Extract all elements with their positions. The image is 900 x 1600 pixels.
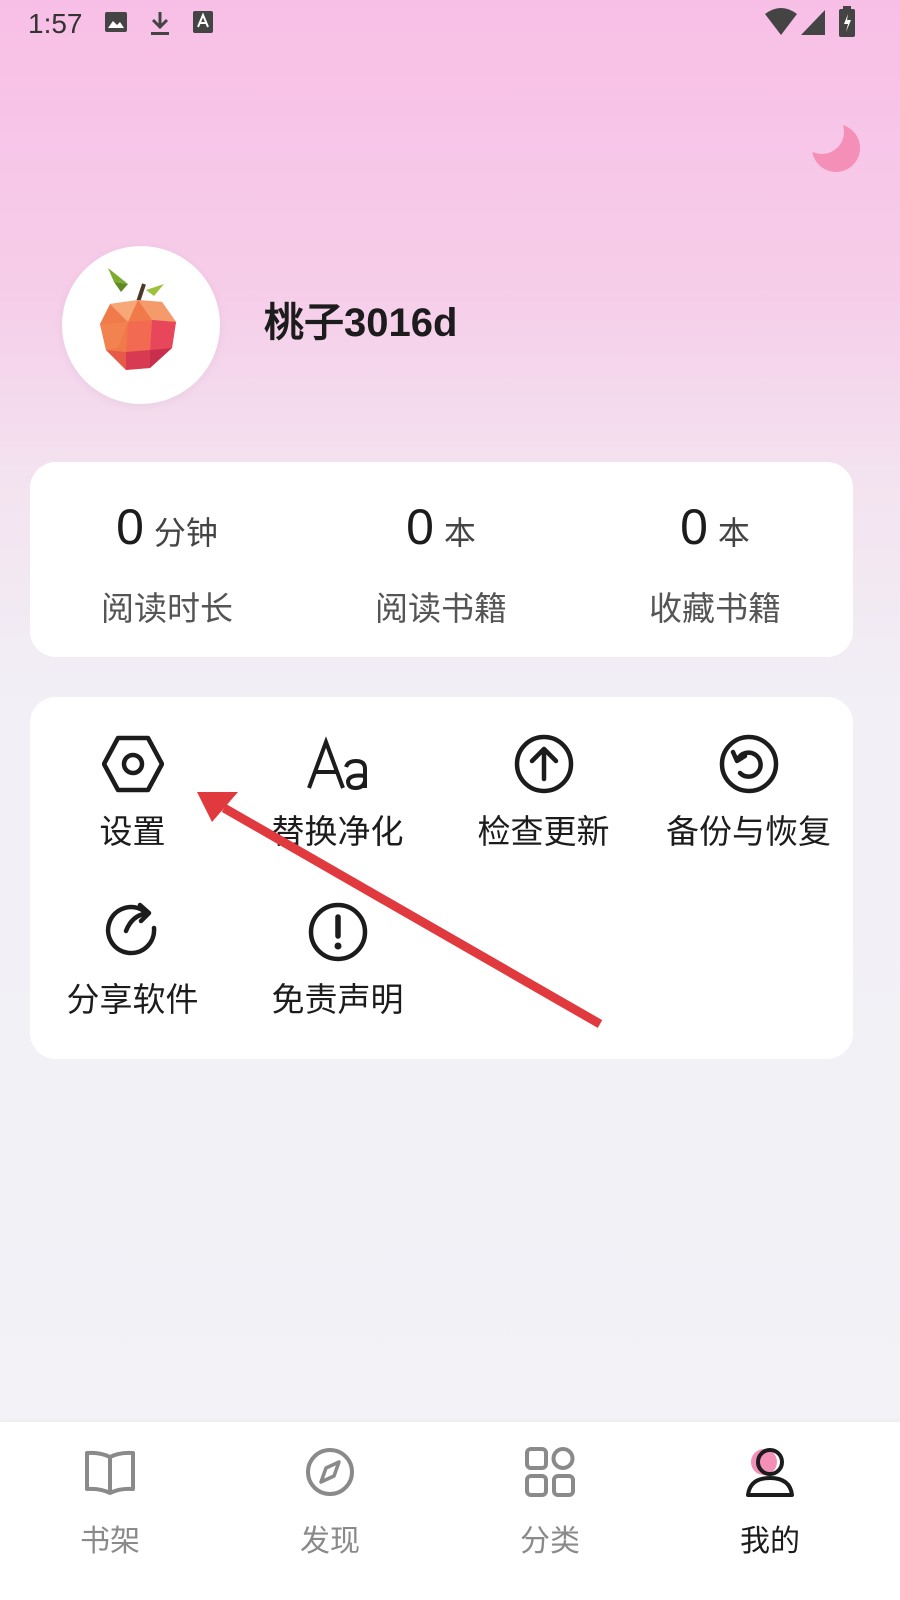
- menu-label: 检查更新: [477, 812, 610, 851]
- menu-card: 设置 替换净化 检查更新 备份与恢复 分享软件 免责声明: [30, 697, 853, 1059]
- username[interactable]: 桃子3016d: [264, 290, 457, 348]
- tab-label: 分类: [520, 1524, 580, 1559]
- share-icon: [30, 897, 235, 967]
- menu-label: 替换净化: [271, 812, 404, 851]
- settings-hexagon-icon: [30, 729, 235, 799]
- stat-label: 收藏书籍: [649, 589, 781, 628]
- menu-item-check-update[interactable]: 检查更新: [441, 729, 646, 853]
- font-aa-icon: [235, 729, 440, 799]
- stat-books-saved[interactable]: 0本 收藏书籍: [578, 498, 852, 630]
- status-bar: 1:57: [0, 0, 900, 50]
- status-time: 1:57: [28, 8, 83, 39]
- battery-icon: [838, 6, 856, 42]
- download-icon: [148, 10, 172, 40]
- avatar[interactable]: [62, 246, 220, 404]
- stat-value: 0: [406, 499, 434, 555]
- menu-item-backup-restore[interactable]: 备份与恢复: [646, 729, 851, 853]
- text-a-icon: [192, 10, 214, 38]
- peach-icon: [100, 268, 176, 370]
- stats-card: 0 分钟 阅读时长 0本 阅读书籍 0本 收藏书籍: [30, 462, 853, 657]
- stat-value: 0: [680, 499, 708, 555]
- user-icon: [710, 1442, 830, 1502]
- bottom-tab-bar: 书架 发现 分类 我的: [0, 1422, 900, 1600]
- menu-item-replace-purify[interactable]: 替换净化: [235, 729, 440, 853]
- menu-label: 免责声明: [271, 980, 404, 1019]
- wifi-icon: [764, 8, 798, 40]
- stat-books-read[interactable]: 0本 阅读书籍: [304, 498, 578, 630]
- menu-item-disclaimer[interactable]: 免责声明: [235, 897, 440, 1021]
- menu-label: 分享软件: [66, 980, 199, 1019]
- stat-unit: 分钟: [153, 514, 218, 552]
- tab-discover[interactable]: 发现: [270, 1442, 390, 1560]
- tab-mine[interactable]: 我的: [710, 1442, 830, 1560]
- restore-icon: [646, 729, 851, 799]
- stat-label: 阅读时长: [101, 589, 233, 628]
- menu-label: 备份与恢复: [666, 812, 831, 851]
- bookshelf-icon: [50, 1442, 170, 1502]
- moon-icon[interactable]: [806, 118, 864, 176]
- stat-value: 0: [116, 499, 144, 555]
- grid-icon: [490, 1442, 610, 1502]
- tab-label: 我的: [740, 1524, 800, 1559]
- tab-label: 书架: [80, 1524, 140, 1559]
- tab-category[interactable]: 分类: [490, 1442, 610, 1560]
- stat-reading-time[interactable]: 0 分钟 阅读时长: [30, 498, 304, 630]
- stat-unit: 本: [717, 514, 750, 552]
- stat-label: 阅读书籍: [375, 589, 507, 628]
- tab-bookshelf[interactable]: 书架: [50, 1442, 170, 1560]
- stat-unit: 本: [443, 514, 476, 552]
- compass-icon: [270, 1442, 390, 1502]
- upload-circle-icon: [441, 729, 646, 799]
- menu-label: 设置: [99, 812, 166, 851]
- signal-icon: [800, 8, 826, 40]
- tab-label: 发现: [300, 1524, 360, 1559]
- disclaimer-icon: [235, 897, 440, 967]
- menu-item-settings[interactable]: 设置: [30, 729, 235, 853]
- menu-item-share-app[interactable]: 分享软件: [30, 897, 235, 1021]
- image-icon: [104, 10, 128, 38]
